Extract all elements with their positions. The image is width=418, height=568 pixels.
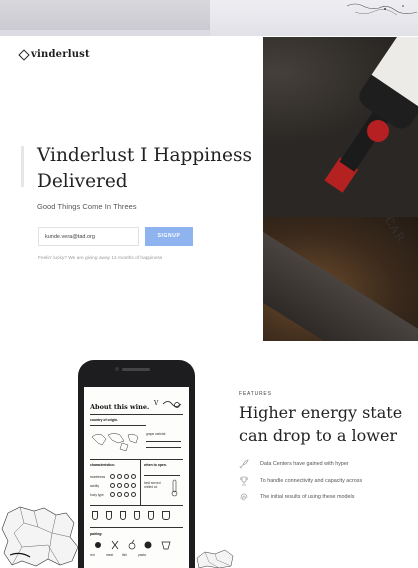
rating-dot xyxy=(124,483,129,488)
rating-dot xyxy=(117,474,122,479)
screen-column-divider xyxy=(140,459,141,505)
screen-country-label: country of origin. xyxy=(90,418,118,422)
feature-item: Data Centers have gained with hyper xyxy=(239,459,349,469)
world-map-icon xyxy=(91,433,139,452)
bottle-badge xyxy=(367,120,389,142)
rating-dot xyxy=(117,483,122,488)
screen-grape-line xyxy=(146,441,181,442)
pairing-tag: pasta xyxy=(138,553,146,557)
glass-icon xyxy=(148,511,154,520)
phone-speaker xyxy=(122,368,150,371)
pairing-tag: fish xyxy=(122,553,127,557)
brand-name: vinderlust xyxy=(31,49,90,60)
feature-item: The initial results of using these model… xyxy=(239,492,354,502)
screen-body-label: body type xyxy=(90,493,104,497)
rating-dot xyxy=(124,474,129,479)
screen-when-to-open-label: when to open. xyxy=(144,463,167,467)
rating-dot xyxy=(131,492,136,497)
phone-camera xyxy=(115,367,119,371)
screen-title: About this wine. xyxy=(90,403,150,411)
screen-divider xyxy=(90,414,183,415)
pairing-tag: meat xyxy=(106,553,114,557)
glass-icon xyxy=(92,511,98,520)
glass-icon xyxy=(134,511,140,520)
thermometer-icon xyxy=(171,479,178,497)
rating-dot xyxy=(131,483,136,488)
email-input[interactable] xyxy=(38,227,139,246)
phone-mockup: About this wine. V country of origin. gr… xyxy=(78,360,195,568)
diamond-logo-icon xyxy=(18,48,30,61)
map-illustration-right xyxy=(196,549,234,568)
screen-acidity-label: acidity xyxy=(90,484,100,488)
hero-title: Vinderlust I Happiness Delivered xyxy=(37,145,252,192)
rating-dot xyxy=(110,492,115,497)
screen-sweetness-label: sweetness xyxy=(90,475,106,479)
map-illustration-top xyxy=(346,3,418,16)
screen-grape-label: grape varietal xyxy=(146,432,166,436)
hero-accent-bar xyxy=(21,146,24,187)
feature-text: The initial results of using these model… xyxy=(260,494,355,500)
screen-logo: V xyxy=(154,400,159,407)
trophy-icon xyxy=(239,476,249,486)
map-illustration-left xyxy=(1,506,79,567)
hero-subtitle: Good Things Come In Threes xyxy=(37,202,137,211)
fingerprint-icon xyxy=(239,492,249,502)
pairing-icons xyxy=(95,539,171,550)
signup-button[interactable]: SIGNUP xyxy=(145,227,193,246)
rating-dot xyxy=(110,483,115,488)
screen-pairing-label: pairing: xyxy=(90,532,103,536)
screen-divider xyxy=(90,505,183,506)
feature-text: To handle connectivity and capacity acro… xyxy=(260,478,363,484)
hero-wine-photo: CAR xyxy=(263,37,418,341)
glass-icon xyxy=(162,511,170,520)
screen-best-served-label: best served chilled at: xyxy=(144,481,161,489)
brand-logo[interactable]: vinderlust xyxy=(18,48,90,61)
rating-dot xyxy=(131,474,136,479)
features-label: FEATURES xyxy=(239,391,272,397)
rating-dot xyxy=(117,492,122,497)
screen-open-line xyxy=(144,475,180,476)
screen-divider xyxy=(90,425,146,426)
rating-dot xyxy=(124,492,129,497)
glass-icon xyxy=(106,511,112,520)
screen-divider xyxy=(90,527,183,528)
phone-screen: About this wine. V country of origin. gr… xyxy=(84,387,189,568)
top-strip-left-bottom xyxy=(0,30,210,36)
screen-grape-line xyxy=(146,447,181,448)
feature-text: Data Centers have gained with hyper xyxy=(260,461,349,467)
screen-divider xyxy=(90,459,183,460)
pairing-tag: red xyxy=(90,553,95,557)
features-title: Higher energy state can drop to a lower xyxy=(239,403,403,445)
rocket-icon xyxy=(239,459,249,469)
giveaway-note: Feelin' lucky? We are giving away 12 mon… xyxy=(38,256,163,261)
screen-characteristics-label: characteristics: xyxy=(90,463,116,467)
glass-icon xyxy=(120,511,126,520)
feature-item: To handle connectivity and capacity acro… xyxy=(239,476,362,486)
screen-logo-swirl-icon xyxy=(162,401,182,408)
rating-dot xyxy=(110,474,115,479)
